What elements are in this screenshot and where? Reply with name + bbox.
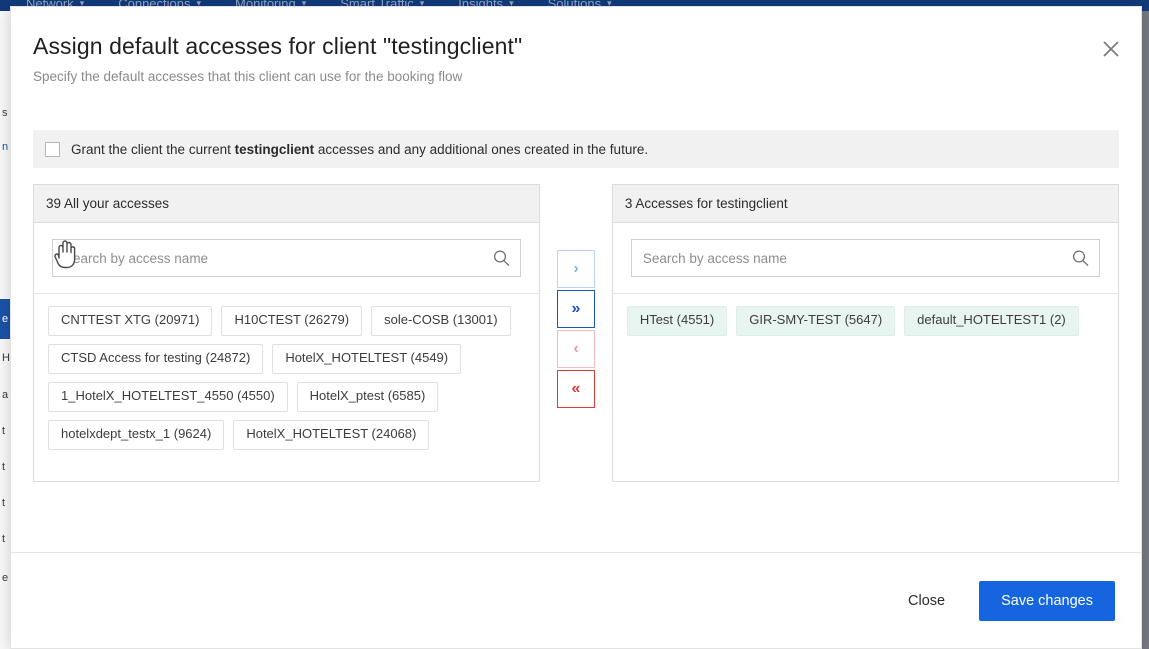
close-button[interactable]: Close	[896, 585, 957, 617]
modal-footer: Close Save changes	[11, 552, 1141, 648]
move-all-left-button[interactable]: «	[557, 370, 595, 408]
access-chip[interactable]: HTest (4551)	[626, 306, 728, 336]
all-accesses-search-box[interactable]	[52, 239, 522, 277]
client-accesses-search-box[interactable]	[630, 239, 1101, 277]
grant-text-after: accesses and any additional ones created…	[314, 141, 649, 157]
access-chip[interactable]: CTSD Access for testing (24872)	[48, 343, 264, 374]
access-chip[interactable]: HotelX_HOTELTEST (4549)	[272, 343, 462, 374]
background-page-right-sliver	[1142, 11, 1149, 649]
search-input[interactable]	[53, 240, 521, 276]
access-chip[interactable]: CNTTEST XTG (20971)	[48, 306, 213, 336]
all-accesses-chip-list: CNTTEST XTG (20971) H10CTEST (26279) sol…	[34, 294, 539, 481]
close-icon-glyph	[1103, 41, 1119, 57]
screen-root: Network ▾ Connections ▾ Monitoring ▾ Sma…	[0, 0, 1149, 649]
close-icon[interactable]	[1095, 33, 1127, 65]
all-accesses-panel-header: 39 All your accesses	[34, 185, 540, 223]
modal-body: Grant the client the current testingclie…	[11, 84, 1141, 552]
grant-future-accesses-checkbox[interactable]	[45, 141, 60, 157]
grant-future-accesses-label: Grant the client the current testingclie…	[71, 142, 648, 157]
page-title: Assign default accesses for client "test…	[33, 33, 523, 59]
search-icon	[493, 250, 510, 267]
client-accesses-panel-header: 3 Accesses for testingclient	[612, 185, 1119, 223]
all-accesses-search-wrap	[34, 223, 540, 294]
modal-header: Assign default accesses for client "test…	[11, 7, 1141, 84]
grant-text-before: Grant the client the current	[71, 141, 235, 157]
access-chip[interactable]: H10CTEST (26279)	[221, 306, 363, 336]
save-changes-button[interactable]: Save changes	[979, 580, 1115, 621]
client-accesses-panel: 3 Accesses for testingclient Search by a…	[611, 184, 1120, 482]
page-subtitle: Specify the default accesses that this c…	[33, 69, 463, 84]
client-accesses-search-wrap	[612, 223, 1119, 294]
client-accesses-chip-list: HTest (4551) GIR-SMY-TEST (5647) default…	[613, 294, 1118, 481]
grant-text-client-name: testingclient	[234, 141, 315, 157]
access-chip[interactable]: hotelxdept_testx_1 (9624)	[48, 419, 225, 450]
move-selected-left-button[interactable]: ‹	[557, 330, 595, 368]
access-chip[interactable]: HotelX_HOTELTEST (24068)	[233, 419, 430, 450]
access-chip[interactable]: GIR-SMY-TEST (5647)	[736, 306, 896, 336]
access-chip[interactable]: default_HOTELTEST1 (2)	[904, 306, 1079, 336]
grant-future-accesses-row: Grant the client the current testingclie…	[33, 130, 1119, 168]
search-icon	[1072, 250, 1089, 267]
search-input[interactable]	[631, 240, 1100, 276]
access-chip[interactable]: 1_HotelX_HOTELTEST_4550 (4550)	[48, 381, 288, 412]
access-chip[interactable]: sole-COSB (13001)	[371, 306, 511, 336]
assign-accesses-modal: Assign default accesses for client "test…	[10, 6, 1142, 649]
move-selected-right-button[interactable]: ›	[557, 250, 595, 288]
access-chip[interactable]: HotelX_ptest (6585)	[296, 381, 439, 412]
all-accesses-panel: 39 All your accesses Search by access na…	[33, 184, 541, 482]
move-all-right-button[interactable]: »	[557, 290, 595, 328]
access-transfer-widget: 39 All your accesses Search by access na…	[33, 184, 1120, 482]
transfer-button-column: › » ‹ «	[540, 184, 612, 410]
